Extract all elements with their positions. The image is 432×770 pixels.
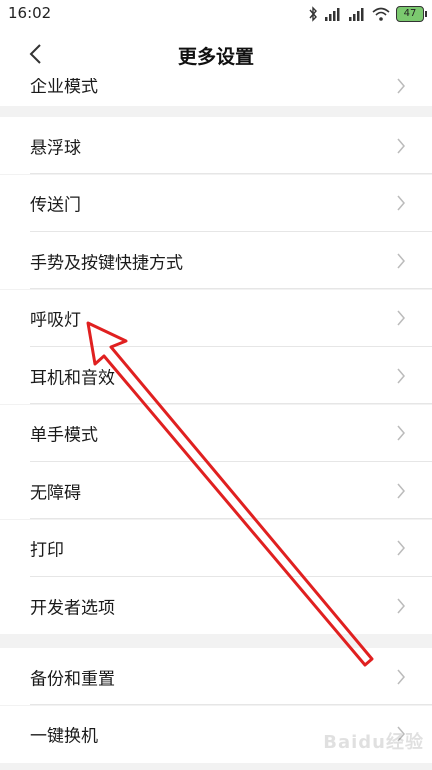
chevron-right-icon <box>397 540 405 556</box>
bluetooth-icon <box>309 6 317 22</box>
list-item-label: 开发者选项 <box>30 598 115 618</box>
status-bar: 16:02 47 <box>0 0 432 28</box>
list-item[interactable]: 单手模式 <box>0 404 432 462</box>
list-item[interactable]: 悬浮球 <box>0 117 432 174</box>
chevron-right-icon <box>397 253 405 268</box>
list-item-enterprise-mode[interactable]: 企业模式 <box>0 78 432 106</box>
list-item[interactable]: 备份和重置 <box>0 648 432 705</box>
wifi-icon <box>372 7 390 21</box>
status-icons: 47 <box>308 5 427 23</box>
list-item-label: 呼吸灯 <box>30 310 81 331</box>
chevron-right-icon <box>397 598 405 613</box>
list-item-label: 耳机和音效 <box>30 368 115 388</box>
list-item-label: 传送门 <box>30 195 81 216</box>
list-item[interactable]: 呼吸灯 <box>0 289 432 347</box>
list-item-label: 一键换机 <box>30 726 98 747</box>
list-item-label: 单手模式 <box>30 425 98 446</box>
list-item[interactable]: 无障碍 <box>0 462 432 519</box>
list-item-label: 备份和重置 <box>30 669 115 689</box>
list-item-label: 无障碍 <box>30 483 81 503</box>
chevron-right-icon <box>397 310 405 326</box>
battery-icon: 47 <box>396 6 427 22</box>
list-item-label: 打印 <box>30 540 64 561</box>
list-item[interactable]: 打印 <box>0 519 432 577</box>
chevron-right-icon <box>397 425 405 441</box>
chevron-right-icon <box>397 483 405 498</box>
list-item[interactable]: 开发者选项 <box>0 577 432 634</box>
chevron-right-icon <box>397 78 405 94</box>
status-time: 16:02 <box>8 4 52 22</box>
signal-icon <box>325 8 340 21</box>
list-item-label: 企业模式 <box>30 78 98 97</box>
list-item-label: 手势及按键快捷方式 <box>30 253 183 273</box>
list-item-label: 悬浮球 <box>30 138 81 158</box>
list-item[interactable]: 传送门 <box>0 174 432 232</box>
page-title: 更多设置 <box>177 46 254 68</box>
list-item[interactable]: 手势及按键快捷方式 <box>0 232 432 289</box>
chevron-right-icon <box>397 669 405 684</box>
list-item[interactable]: 耳机和音效 <box>0 347 432 404</box>
signal-icon <box>349 8 364 21</box>
chevron-right-icon <box>397 368 405 383</box>
chevron-right-icon <box>397 195 405 211</box>
chevron-right-icon <box>397 138 405 153</box>
watermark: Baidu经验 <box>323 732 424 753</box>
header: 更多设置 <box>0 28 432 78</box>
